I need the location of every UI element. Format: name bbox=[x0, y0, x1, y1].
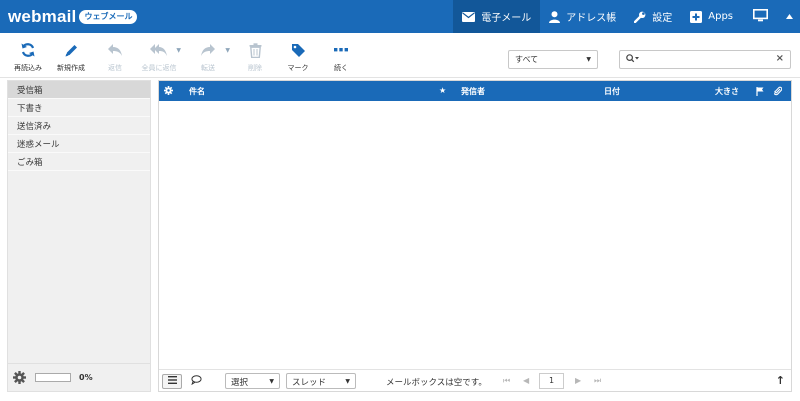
more-button[interactable]: 続く bbox=[321, 41, 361, 75]
message-list: 件名 ★ 発信者 日付 大きさ 選択 ▼ スレッド ▼ メールボックスは空です。… bbox=[158, 80, 792, 392]
reply-all-button[interactable]: ▼ 全員に返信 bbox=[139, 41, 181, 75]
mark-label: マーク bbox=[287, 64, 309, 72]
refresh-button[interactable]: 再読込み bbox=[8, 41, 48, 75]
caret-up-icon bbox=[785, 11, 793, 22]
nav-mail-label: 電子メール bbox=[481, 13, 532, 24]
search-input[interactable]: × bbox=[619, 50, 791, 69]
column-subject[interactable]: 件名 bbox=[189, 86, 205, 97]
quota-text: 0% bbox=[79, 373, 93, 382]
nav-apps[interactable]: Apps bbox=[681, 0, 742, 33]
page-number-input[interactable]: 1 bbox=[539, 373, 564, 389]
select-menu-label: 選択 bbox=[231, 378, 249, 388]
column-flag-star-icon[interactable]: ★ bbox=[439, 86, 446, 95]
quota-bar bbox=[35, 373, 71, 382]
prev-page-icon[interactable]: ◀ bbox=[523, 376, 529, 385]
list-icon bbox=[167, 376, 177, 387]
list-header: 件名 ★ 発信者 日付 大きさ bbox=[159, 81, 791, 101]
last-page-icon[interactable]: ⏭ bbox=[594, 376, 601, 386]
forward-label: 転送 bbox=[201, 64, 215, 72]
reply-all-icon bbox=[150, 41, 168, 59]
logo-badge: ウェブメール bbox=[79, 10, 138, 24]
top-bar: webmail ウェブメール 電子メール アドレス帳 設定 Apps bbox=[0, 0, 800, 33]
mailbox-status: メールボックスは空です。 bbox=[386, 378, 487, 388]
clear-search-icon[interactable]: × bbox=[776, 53, 784, 64]
list-view-button[interactable] bbox=[162, 374, 182, 389]
logo[interactable]: webmail ウェブメール bbox=[8, 6, 138, 28]
folder-list: 受信箱 下書き 送信済み 迷惑メール ごみ箱 0% bbox=[7, 80, 151, 392]
threads-menu[interactable]: スレッド ▼ bbox=[286, 373, 356, 389]
compose-label: 新規作成 bbox=[57, 64, 85, 72]
next-page-icon[interactable]: ▶ bbox=[575, 376, 581, 385]
nav-display[interactable] bbox=[742, 0, 778, 33]
nav-addressbook-label: アドレス帳 bbox=[566, 13, 617, 24]
reply-label: 返信 bbox=[108, 64, 122, 72]
nav-apps-label: Apps bbox=[708, 11, 733, 22]
nav-settings-label: 設定 bbox=[652, 13, 673, 24]
forward-icon bbox=[200, 41, 216, 59]
column-date[interactable]: 日付 bbox=[604, 86, 620, 97]
chevron-down-icon: ▼ bbox=[345, 378, 350, 385]
top-nav: 電子メール アドレス帳 設定 Apps bbox=[453, 0, 800, 33]
pencil-icon bbox=[64, 41, 79, 59]
monitor-icon bbox=[752, 8, 768, 25]
chevron-down-icon: ▼ bbox=[586, 56, 591, 63]
forward-dropdown-icon[interactable]: ▼ bbox=[225, 47, 230, 54]
paperclip-icon[interactable] bbox=[773, 86, 783, 98]
reply-icon bbox=[107, 41, 123, 59]
delete-label: 削除 bbox=[248, 64, 262, 72]
folder-junk[interactable]: 迷惑メール bbox=[8, 135, 150, 153]
list-options-icon[interactable] bbox=[164, 86, 173, 97]
folder-label: 迷惑メール bbox=[17, 139, 60, 150]
select-menu[interactable]: 選択 ▼ bbox=[225, 373, 280, 389]
first-page-icon[interactable]: ⏮ bbox=[503, 376, 510, 386]
filter-select[interactable]: すべて ▼ bbox=[508, 50, 598, 69]
folder-drafts[interactable]: 下書き bbox=[8, 99, 150, 117]
nav-collapse[interactable] bbox=[778, 0, 800, 33]
column-size[interactable]: 大きさ bbox=[715, 86, 739, 97]
threads-menu-label: スレッド bbox=[292, 378, 327, 388]
user-icon bbox=[549, 10, 561, 23]
refresh-label: 再読込み bbox=[14, 64, 42, 72]
envelope-icon bbox=[462, 11, 476, 22]
flag-icon[interactable] bbox=[756, 87, 764, 98]
compose-button[interactable]: 新規作成 bbox=[51, 41, 91, 75]
wrench-icon bbox=[634, 11, 646, 23]
chevron-down-icon: ▼ bbox=[269, 378, 274, 385]
delete-button[interactable]: 削除 bbox=[235, 41, 275, 75]
folder-trash[interactable]: ごみ箱 bbox=[8, 153, 150, 171]
forward-button[interactable]: ▼ 転送 bbox=[188, 41, 230, 75]
plus-square-icon bbox=[690, 10, 703, 23]
folder-label: ごみ箱 bbox=[17, 157, 43, 168]
quota-area: 0% bbox=[8, 363, 150, 391]
reply-button[interactable]: 返信 bbox=[95, 41, 135, 75]
mark-button[interactable]: マーク bbox=[278, 41, 318, 75]
gear-icon[interactable] bbox=[13, 371, 26, 384]
more-label: 続く bbox=[334, 64, 348, 72]
scroll-top-icon[interactable]: ↑ bbox=[776, 374, 785, 387]
trash-icon bbox=[249, 41, 262, 59]
search-options-icon[interactable] bbox=[626, 54, 640, 63]
thread-view-button[interactable] bbox=[186, 374, 206, 389]
refresh-icon bbox=[20, 41, 36, 59]
reply-all-label: 全員に返信 bbox=[141, 64, 177, 72]
folder-inbox[interactable]: 受信箱 bbox=[8, 81, 150, 99]
tag-icon bbox=[291, 41, 306, 59]
speech-bubble-icon bbox=[190, 375, 202, 388]
column-from[interactable]: 発信者 bbox=[461, 86, 485, 97]
reply-all-dropdown-icon[interactable]: ▼ bbox=[176, 47, 181, 54]
folder-sent[interactable]: 送信済み bbox=[8, 117, 150, 135]
folder-label: 送信済み bbox=[17, 121, 52, 132]
ellipsis-icon bbox=[334, 41, 348, 59]
filter-select-value: すべて bbox=[515, 55, 539, 64]
logo-text: webmail bbox=[8, 7, 77, 26]
list-footer: 選択 ▼ スレッド ▼ メールボックスは空です。 ⏮ ◀ 1 ▶ ⏭ ↑ bbox=[159, 369, 791, 391]
folder-label: 受信箱 bbox=[17, 85, 43, 96]
nav-addressbook[interactable]: アドレス帳 bbox=[540, 0, 625, 33]
nav-mail[interactable]: 電子メール bbox=[453, 0, 541, 33]
folder-label: 下書き bbox=[17, 103, 43, 114]
nav-settings[interactable]: 設定 bbox=[625, 0, 681, 33]
